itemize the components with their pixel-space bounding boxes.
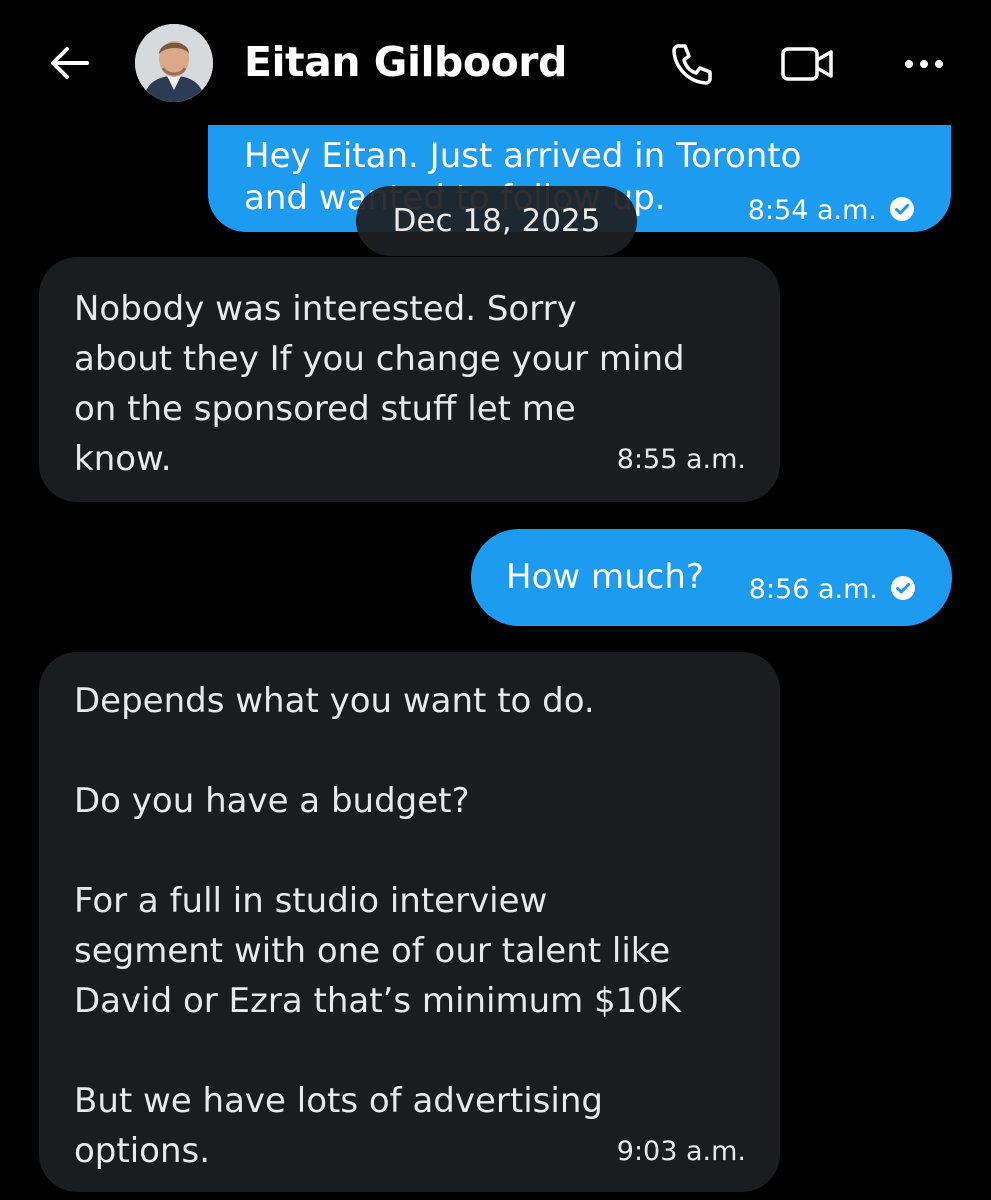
- message-list[interactable]: Hey Eitan. Just arrived in Toronto and w…: [0, 0, 991, 1200]
- read-check-icon: [889, 186, 915, 236]
- received-message-bubble[interactable]: Nobody was interested. Sorry about they …: [39, 257, 780, 502]
- message-timestamp: 9:03 a.m.: [616, 1136, 746, 1167]
- more-dots-icon: [899, 54, 949, 78]
- received-message-bubble[interactable]: Depends what you want to do. Do you have…: [39, 652, 780, 1192]
- arrow-left-icon: [47, 41, 91, 89]
- message-timestamp: 8:54 a.m.: [747, 195, 877, 226]
- video-call-button[interactable]: [779, 38, 835, 94]
- sent-message-bubble[interactable]: How much? 8:56 a.m.: [471, 529, 952, 626]
- message-text: Depends what you want to do. Do you have…: [74, 681, 682, 1171]
- back-button[interactable]: [44, 40, 94, 90]
- message-meta: 8:54 a.m.: [748, 186, 915, 236]
- more-options-button[interactable]: [896, 38, 952, 94]
- message-timestamp: 8:56 a.m.: [748, 574, 878, 605]
- date-separator: Dec 18, 2025: [356, 186, 637, 256]
- read-check-icon: [890, 565, 916, 615]
- message-meta: 8:56 a.m.: [749, 565, 916, 615]
- video-camera-icon: [779, 40, 835, 92]
- avatar[interactable]: [135, 24, 213, 102]
- message-text: How much?: [506, 557, 704, 597]
- message-timestamp: 8:55 a.m.: [616, 444, 746, 475]
- conversation-header: Eitan Gilboord: [0, 0, 991, 125]
- phone-icon: [668, 40, 716, 92]
- contact-name[interactable]: Eitan Gilboord: [244, 38, 567, 86]
- call-button[interactable]: [664, 38, 720, 94]
